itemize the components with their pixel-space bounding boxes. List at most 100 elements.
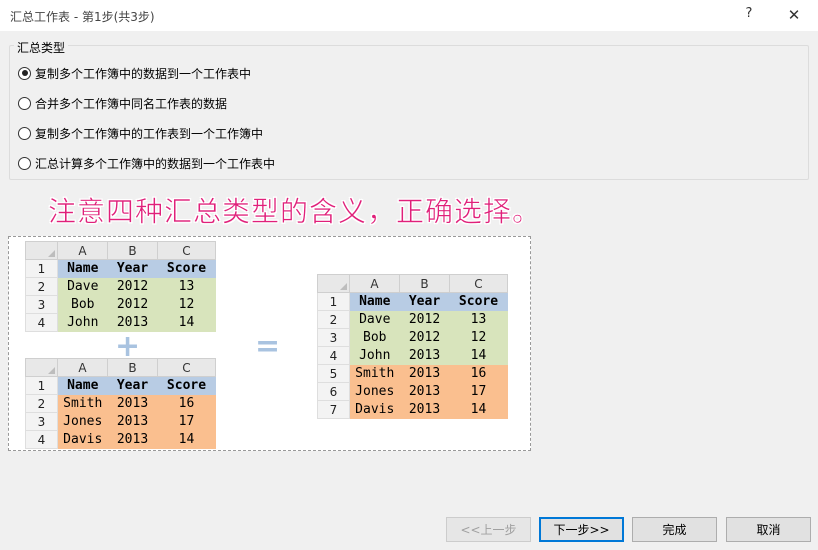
table-row: 4 John 2013 14 [317, 346, 508, 365]
row-number: 2 [25, 394, 58, 413]
data-cell: John [349, 346, 400, 365]
radio-button[interactable] [18, 126, 31, 140]
table-row: 7 Davis 2013 14 [317, 400, 508, 419]
row-number: 5 [317, 364, 350, 383]
instruction-note: 注意四种汇总类型的含义，正确选择。 [48, 195, 542, 229]
header-cell: Score [449, 292, 508, 311]
radio-button[interactable] [18, 156, 31, 170]
column-header: B [399, 274, 450, 293]
column-header: C [449, 274, 508, 293]
data-cell: 2012 [107, 295, 158, 314]
table-row: 1 Name Year Score [25, 259, 216, 278]
header-cell: Year [107, 376, 158, 395]
radio-option-copy-to-sheet[interactable]: 复制多个工作簿中的数据到一个工作表中 [18, 65, 251, 81]
data-cell: Jones [57, 412, 108, 431]
prev-step-button[interactable]: <<上一步 [446, 517, 531, 542]
radio-label: 复制多个工作簿中的数据到一个工作表中 [35, 66, 252, 81]
header-cell: Score [157, 259, 216, 278]
data-cell: Smith [57, 394, 108, 413]
row-number: 1 [317, 292, 350, 311]
table-row: 2 Smith 2013 16 [25, 394, 216, 413]
data-cell: 17 [157, 412, 216, 431]
group-legend: 汇总类型 [14, 39, 69, 56]
close-button[interactable]: ✕ [785, 6, 803, 24]
data-cell: John [57, 313, 108, 332]
radio-option-copy-sheets-to-workbook[interactable]: 复制多个工作簿中的工作表到一个工作簿中 [18, 125, 263, 141]
data-cell: 16 [157, 394, 216, 413]
header-cell: Name [57, 259, 108, 278]
data-cell: 13 [157, 277, 216, 296]
table-row: 1 Name Year Score [25, 376, 216, 395]
radio-option-aggregate-to-sheet[interactable]: 汇总计算多个工作簿中的数据到一个工作表中 [18, 155, 275, 171]
row-number: 4 [317, 346, 350, 365]
header-cell: Name [349, 292, 400, 311]
example-sheet-1: A B C 1 Name Year Score 2 Dave 2012 13 3 Bob 2012 12 4 J… [25, 241, 216, 332]
row-number: 2 [317, 310, 350, 329]
column-header: B [107, 241, 158, 260]
table-row: 1 Name Year Score [317, 292, 508, 311]
radio-label: 复制多个工作簿中的工作表到一个工作簿中 [35, 126, 264, 141]
header-cell: Year [107, 259, 158, 278]
finish-button[interactable]: 完成 [632, 517, 717, 542]
row-number: 4 [25, 313, 58, 332]
cancel-button[interactable]: 取消 [726, 517, 811, 542]
row-number: 3 [317, 328, 350, 347]
data-cell: Bob [349, 328, 400, 347]
column-header: B [107, 358, 158, 377]
example-illustration: A B C 1 Name Year Score 2 Dave 2012 13 3 Bob 2012 12 4 J… [8, 236, 531, 451]
data-cell: Dave [349, 310, 400, 329]
column-header: C [157, 241, 216, 260]
row-number: 3 [25, 295, 58, 314]
radio-label: 合并多个工作簿中同名工作表的数据 [35, 96, 228, 111]
data-cell: Dave [57, 277, 108, 296]
table-row: 6 Jones 2013 17 [317, 382, 508, 401]
row-number: 7 [317, 400, 350, 419]
row-number: 6 [317, 382, 350, 401]
table-row: 2 Dave 2012 13 [25, 277, 216, 296]
radio-button-selected[interactable] [18, 66, 31, 80]
row-number: 3 [25, 412, 58, 431]
column-header: A [57, 358, 108, 377]
table-row: 5 Smith 2013 16 [317, 364, 508, 383]
data-cell: 16 [449, 364, 508, 383]
data-cell: 14 [449, 400, 508, 419]
table-row: 3 Bob 2012 12 [317, 328, 508, 347]
example-sheet-2: A B C 1 Name Year Score 2 Smith 2013 16 3 Jones 2013 1… [25, 358, 216, 449]
select-all-corner [25, 358, 58, 377]
title-bar: 汇总工作表 - 第1步(共3步) ? ✕ [0, 0, 818, 31]
header-cell: Year [399, 292, 450, 311]
data-cell: 14 [157, 313, 216, 332]
data-cell: Bob [57, 295, 108, 314]
table-row: 3 Bob 2012 12 [25, 295, 216, 314]
table-row: 4 Davis 2013 14 [25, 430, 216, 449]
radio-label: 汇总计算多个工作簿中的数据到一个工作表中 [35, 156, 276, 171]
data-cell: 14 [449, 346, 508, 365]
column-header: A [57, 241, 108, 260]
select-all-corner [317, 274, 350, 293]
data-cell: Davis [349, 400, 400, 419]
data-cell: 2012 [107, 277, 158, 296]
table-row: 3 Jones 2013 17 [25, 412, 216, 431]
data-cell: 2013 [399, 400, 450, 419]
data-cell: Smith [349, 364, 400, 383]
data-cell: 14 [157, 430, 216, 449]
header-cell: Name [57, 376, 108, 395]
data-cell: 12 [449, 328, 508, 347]
row-number: 1 [25, 376, 58, 395]
column-header: C [157, 358, 216, 377]
row-number: 1 [25, 259, 58, 278]
help-button[interactable]: ? [742, 6, 756, 24]
row-number: 2 [25, 277, 58, 296]
data-cell: 2013 [107, 430, 158, 449]
radio-option-merge-same-name[interactable]: 合并多个工作簿中同名工作表的数据 [18, 95, 227, 111]
radio-button[interactable] [18, 96, 31, 110]
equals-sign: = [255, 329, 281, 364]
select-all-corner [25, 241, 58, 260]
next-step-button[interactable]: 下一步>> [539, 517, 624, 542]
data-cell: 12 [157, 295, 216, 314]
data-cell: 2013 [399, 364, 450, 383]
data-cell: Davis [57, 430, 108, 449]
data-cell: 2013 [399, 382, 450, 401]
data-cell: 2012 [399, 328, 450, 347]
data-cell: 2013 [399, 346, 450, 365]
